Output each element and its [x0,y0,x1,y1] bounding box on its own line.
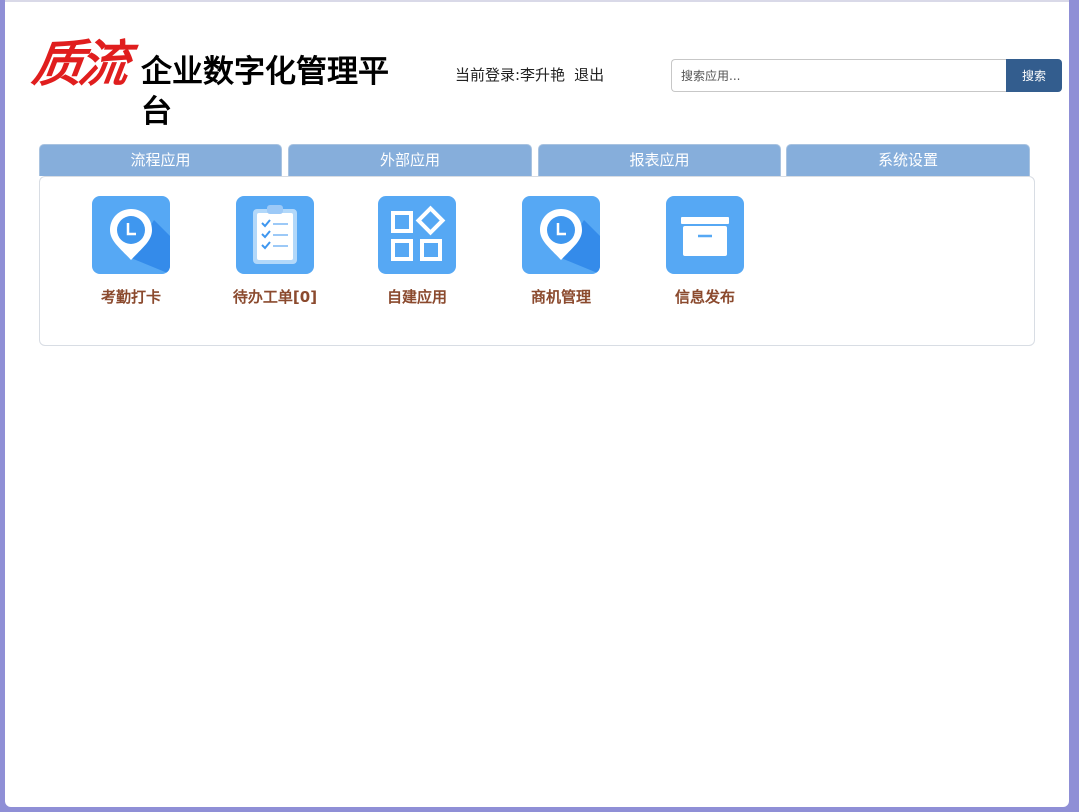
logo: 质流 企业数字化管理平台 [29,34,393,130]
page-frame: 质流 企业数字化管理平台 当前登录:李升艳退出 搜索 流程应用 外部应用 报表应… [5,0,1069,807]
platform-title: 企业数字化管理平台 [141,54,389,130]
app-label: 待办工单[0] [232,288,318,306]
location-clock-icon [522,196,600,274]
app-label: 考勤打卡 [100,288,161,306]
search-button[interactable]: 搜索 [1006,59,1062,92]
app-label: 信息发布 [674,288,735,306]
logo-mark: 质流 [28,34,130,93]
app-info-publishing[interactable]: 信息发布 [655,196,755,307]
login-info: 当前登录:李升艳 退出 [455,64,604,86]
app-todo-orders[interactable]: 待办工单[0] [225,196,325,307]
clipboard-checklist-icon [236,196,314,274]
tab-bar: 流程应用 外部应用 报表应用 系统设置 [39,144,1031,176]
search-box: 搜索 [671,59,1062,92]
apps-grid-icon [378,196,456,274]
current-user-label: 当前登录:李升艳 [455,66,566,84]
app-label: 自建应用 [386,288,447,306]
tab-report-apps[interactable]: 报表应用 [538,144,781,176]
location-clock-icon [92,196,170,274]
tab-process-apps[interactable]: 流程应用 [39,144,282,176]
app-panel: 考勤打卡 待办工单[0] 自建应用 商机管理 信息发布 [39,176,1035,346]
archive-box-icon [666,196,744,274]
app-custom-apps[interactable]: 自建应用 [367,196,467,307]
app-attendance[interactable]: 考勤打卡 [81,196,181,307]
logout-link[interactable]: 退出 [574,66,604,84]
tab-external-apps[interactable]: 外部应用 [288,144,532,176]
app-opportunity-management[interactable]: 商机管理 [511,196,611,307]
app-label: 商机管理 [530,288,591,306]
tab-system-settings[interactable]: 系统设置 [786,144,1030,176]
search-input[interactable] [671,59,1006,92]
